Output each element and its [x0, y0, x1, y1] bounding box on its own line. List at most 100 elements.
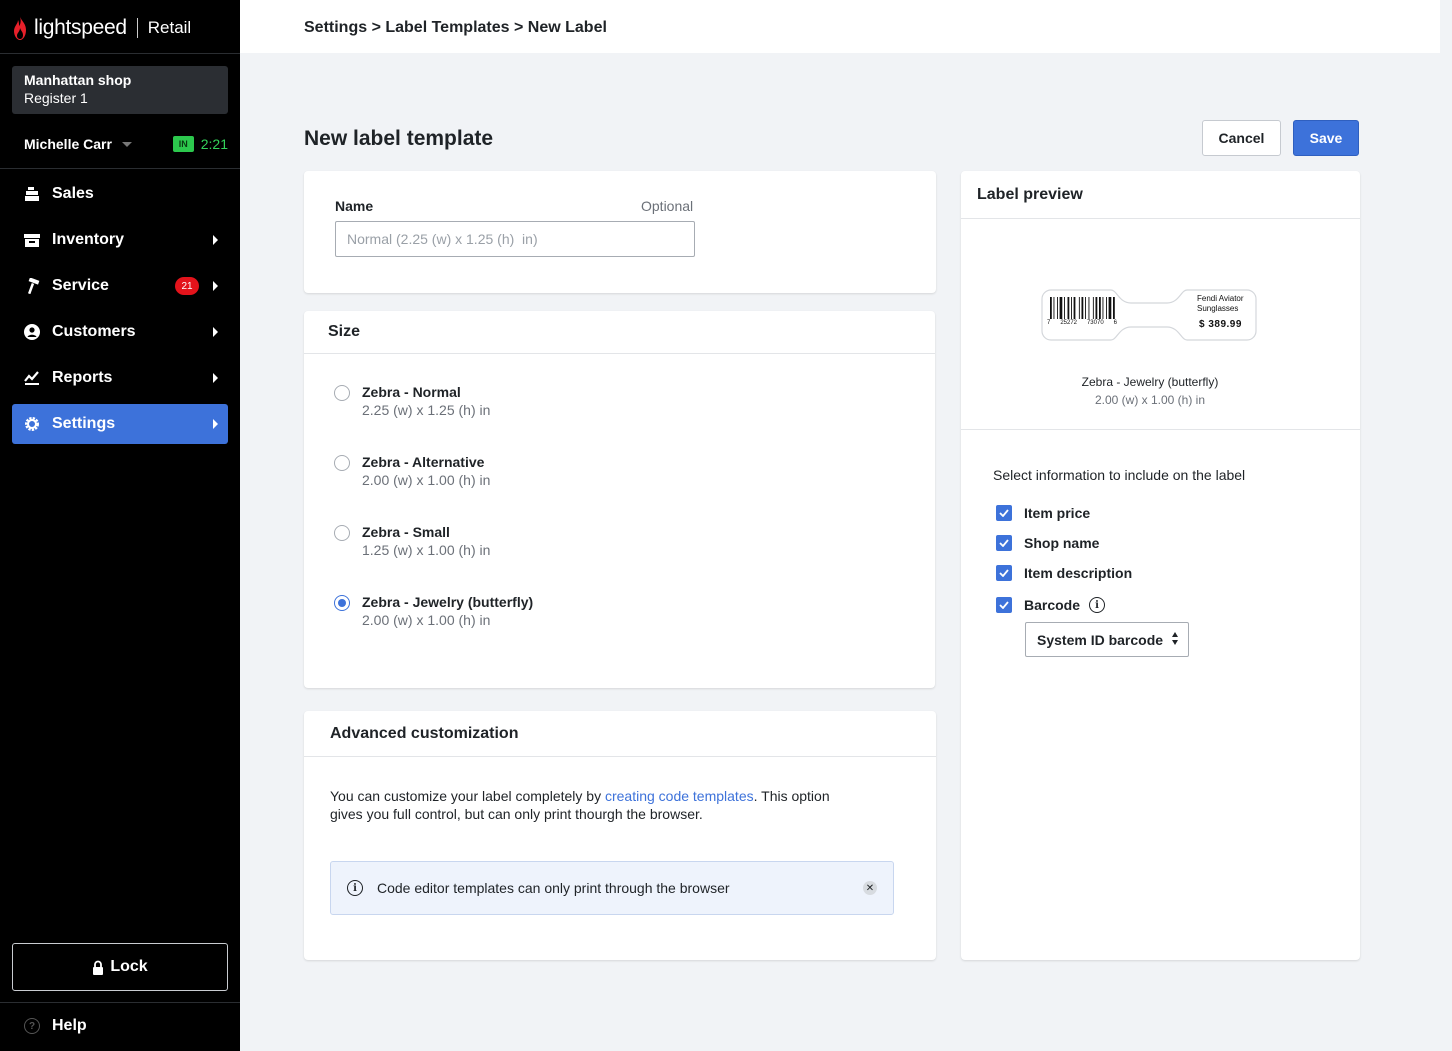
- register-name: Register 1: [24, 90, 88, 106]
- nav-item-inventory[interactable]: Inventory: [12, 220, 228, 260]
- option-barcode[interactable]: Barcode i: [996, 597, 1106, 613]
- label-item-name: Fendi Aviator Sunglasses: [1197, 294, 1244, 313]
- info-banner-text: Code editor templates can only print thr…: [377, 880, 730, 896]
- flame-icon: [14, 16, 26, 40]
- label-price: $ 389.99: [1199, 319, 1242, 330]
- chevron-down-icon: [121, 141, 132, 147]
- nav-label: Settings: [52, 415, 116, 432]
- option-shop-name[interactable]: Shop name: [996, 535, 1099, 551]
- checkbox-checked[interactable]: [996, 565, 1012, 581]
- barcode-bar: [1102, 297, 1104, 319]
- nav-label: Sales: [52, 185, 94, 202]
- checkbox-checked[interactable]: [996, 535, 1012, 551]
- nav-item-service[interactable]: Service 21: [12, 266, 228, 306]
- barcode-bar: [1053, 297, 1055, 319]
- logo-divider: [136, 18, 138, 38]
- barcode-digit: 25272: [1060, 320, 1077, 326]
- size-card: Size Zebra - Normal 2.25 (w) x 1.25 (h) …: [304, 311, 935, 688]
- nav-label: Inventory: [52, 231, 125, 248]
- barcode-bar: [1071, 297, 1072, 319]
- size-option-dims: 2.00 (w) x 1.00 (h) in: [362, 472, 491, 488]
- size-option-jewelry[interactable]: Zebra - Jewelry (butterfly) 2.00 (w) x 1…: [334, 593, 533, 629]
- nav-item-sales[interactable]: Sales: [12, 174, 228, 214]
- chevron-right-icon: [213, 327, 218, 337]
- name-input[interactable]: [335, 221, 695, 257]
- size-heading: Size: [304, 311, 935, 354]
- lock-icon: [92, 960, 104, 975]
- user-menu[interactable]: Michelle Carr IN 2:21: [24, 134, 228, 154]
- barcode-bar: [1095, 297, 1098, 319]
- cancel-button[interactable]: Cancel: [1202, 120, 1281, 156]
- info-icon[interactable]: i: [1089, 597, 1106, 613]
- nav-label: Service: [52, 277, 109, 294]
- barcode-bar: [1057, 297, 1058, 319]
- shop-selector[interactable]: Manhattan shop Register 1: [12, 66, 228, 114]
- barcode-type-value: System ID barcode: [1037, 631, 1164, 648]
- barcode-bar: [1050, 297, 1052, 319]
- nav-item-customers[interactable]: Customers: [12, 312, 228, 352]
- nav-label: Customers: [52, 323, 136, 340]
- service-count-badge: 21: [175, 277, 199, 295]
- clock-time: 2:21: [200, 136, 228, 152]
- scrollbar[interactable]: [1440, 0, 1452, 1051]
- checkbox-checked[interactable]: [996, 597, 1012, 613]
- help-link[interactable]: ? Help: [24, 1017, 87, 1035]
- preview-heading: Label preview: [961, 171, 1360, 219]
- close-icon[interactable]: ✕: [863, 881, 877, 895]
- barcode-digit: 6: [1113, 320, 1117, 326]
- option-label: Item price: [1024, 505, 1091, 521]
- shop-name: Manhattan shop: [24, 72, 132, 88]
- select-arrows-icon: [1172, 632, 1178, 645]
- label-preview-image: 7 25272 73070 6 Fendi Aviator Sunglasses…: [1041, 289, 1257, 346]
- size-option-small[interactable]: Zebra - Small 1.25 (w) x 1.00 (h) in: [334, 523, 490, 559]
- register-icon: [24, 186, 40, 202]
- barcode-type-select[interactable]: System ID barcode: [1025, 622, 1189, 657]
- option-item-description[interactable]: Item description: [996, 565, 1132, 581]
- option-item-price[interactable]: Item price: [996, 505, 1090, 521]
- code-templates-link[interactable]: creating code templates: [605, 788, 754, 804]
- box-icon: [24, 232, 40, 248]
- chevron-right-icon: [213, 235, 218, 245]
- help-label: Help: [52, 1017, 87, 1034]
- divider: [0, 53, 240, 54]
- barcode-bar: [1106, 297, 1107, 319]
- barcode-bar: [1088, 297, 1090, 319]
- size-option-normal[interactable]: Zebra - Normal 2.25 (w) x 1.25 (h) in: [334, 383, 490, 419]
- breadcrumb[interactable]: Settings > Label Templates > New Label: [304, 19, 607, 37]
- barcode-bar: [1108, 297, 1112, 319]
- barcode-bar: [1085, 297, 1086, 319]
- radio-button-selected[interactable]: [334, 595, 350, 611]
- lightspeed-logo[interactable]: lightspeed Retail: [12, 14, 191, 42]
- nav-item-settings[interactable]: Settings: [12, 404, 228, 444]
- barcode-bar: [1099, 297, 1101, 319]
- radio-button[interactable]: [334, 385, 350, 401]
- radio-button[interactable]: [334, 525, 350, 541]
- barcode-digit: 7: [1047, 320, 1051, 326]
- size-option-alternative[interactable]: Zebra - Alternative 2.00 (w) x 1.00 (h) …: [334, 453, 490, 489]
- chart-icon: [24, 370, 40, 386]
- barcode-digits: 7 25272 73070 6: [1047, 320, 1117, 326]
- barcode-bar: [1078, 297, 1080, 319]
- barcode-digit: 73070: [1086, 320, 1104, 326]
- size-option-title: Zebra - Jewelry (butterfly): [362, 594, 534, 610]
- question-icon: ?: [24, 1018, 40, 1034]
- person-icon: [24, 324, 40, 340]
- barcode-bar: [1113, 297, 1115, 319]
- top-bar: Settings > Label Templates > New Label: [240, 0, 1440, 53]
- lock-button[interactable]: Lock: [12, 943, 228, 991]
- barcode-bar: [1067, 297, 1070, 319]
- advanced-card: Advanced customization You can customize…: [304, 711, 936, 960]
- size-option-title: Zebra - Small: [362, 524, 450, 540]
- option-label: Shop name: [1024, 535, 1100, 551]
- page-title: New label template: [304, 127, 494, 150]
- save-button[interactable]: Save: [1293, 120, 1359, 156]
- radio-button[interactable]: [334, 455, 350, 471]
- option-label: Barcode: [1024, 597, 1081, 613]
- nav-label: Reports: [52, 369, 113, 386]
- divider: [0, 1002, 240, 1003]
- size-option-title: Zebra - Normal: [362, 384, 461, 400]
- barcode-bar: [1081, 297, 1084, 319]
- nav-item-reports[interactable]: Reports: [12, 358, 228, 398]
- checkbox-checked[interactable]: [996, 505, 1012, 521]
- preview-template-name: Zebra - Jewelry (butterfly): [1081, 375, 1219, 389]
